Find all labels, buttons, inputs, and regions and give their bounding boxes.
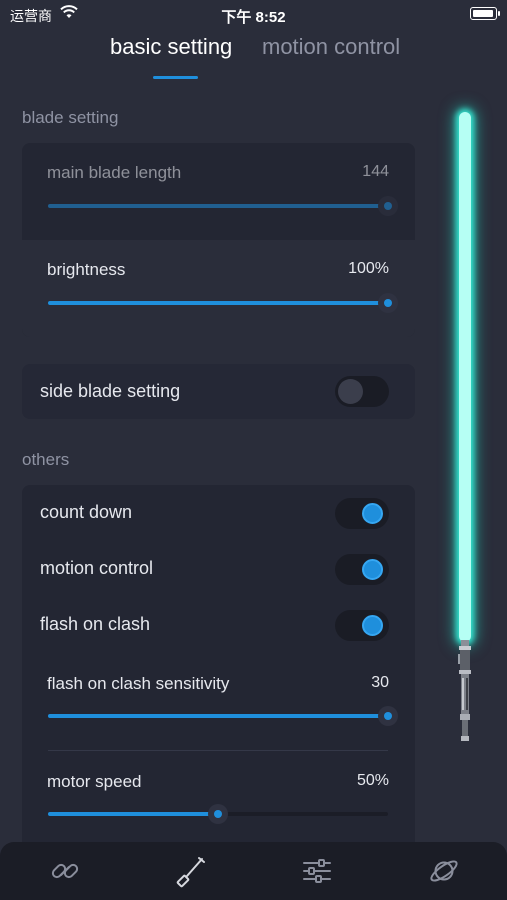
motor-speed-value: 50%: [356, 772, 389, 789]
flash-on-clash-sensitivity-label: flash on clash sensitivity: [47, 674, 230, 693]
others-card: count down motion control flash on clash…: [22, 485, 415, 855]
brightness-label: brightness: [47, 260, 126, 279]
count-down-label: count down: [40, 502, 133, 522]
count-down-row: count down: [22, 485, 415, 541]
side-blade-setting-row: side blade setting: [22, 364, 415, 419]
lightsaber-preview: [452, 112, 480, 744]
side-blade-setting-toggle[interactable]: [335, 376, 389, 407]
toggle-knob: [338, 379, 363, 404]
tab-motion-control[interactable]: motion control: [262, 34, 400, 60]
motor-speed-row: motor speed 50%: [22, 751, 415, 848]
brightness-slider[interactable]: [48, 293, 398, 313]
main-blade-length-label: main blade length: [47, 163, 182, 182]
flash-on-clash-row: flash on clash: [22, 597, 415, 653]
main-blade-length-value: 144: [362, 163, 389, 180]
slider-fill: [48, 204, 388, 208]
slider-fill: [48, 301, 388, 305]
saber-blade: [459, 112, 471, 642]
flash-on-clash-sensitivity-slider[interactable]: [48, 706, 398, 726]
slider-thumb[interactable]: [378, 196, 398, 216]
tab-bar: basic setting motion control: [0, 34, 507, 84]
flash-on-clash-sensitivity-value: 30: [371, 674, 389, 691]
section-label-blade-setting: blade setting: [22, 108, 119, 127]
saber-hilt-icon: [458, 640, 471, 741]
motion-control-label: motion control: [40, 558, 154, 578]
motion-control-toggle[interactable]: [335, 554, 389, 585]
status-bar: 运营商 下午 8:52: [0, 0, 507, 30]
motion-control-row: motion control: [22, 541, 415, 597]
section-label-others: others: [22, 450, 70, 469]
side-blade-setting-card: side blade setting: [22, 364, 415, 419]
brightness-value: 100%: [348, 260, 389, 277]
active-tab-indicator: [153, 76, 198, 79]
slider-fill: [48, 714, 388, 718]
slider-fill: [48, 812, 218, 816]
count-down-toggle[interactable]: [335, 498, 389, 529]
motor-speed-slider[interactable]: [48, 804, 388, 824]
status-time: 下午 8:52: [221, 9, 286, 26]
link-icon[interactable]: [48, 854, 82, 888]
flash-on-clash-sensitivity-row: flash on clash sensitivity 30: [22, 653, 415, 750]
slider-thumb[interactable]: [378, 706, 398, 726]
slider-thumb[interactable]: [208, 804, 228, 824]
motor-speed-label: motor speed: [47, 772, 142, 791]
sliders-icon[interactable]: [300, 854, 334, 888]
main-blade-length-row: main blade length 144: [22, 143, 415, 240]
toggle-knob: [362, 559, 383, 580]
blade-setting-card: main blade length 144 brightness 100%: [22, 143, 415, 337]
tab-basic-setting[interactable]: basic setting: [110, 34, 232, 60]
brightness-row: brightness 100%: [22, 240, 415, 337]
flash-on-clash-toggle[interactable]: [335, 610, 389, 641]
toggle-knob: [362, 615, 383, 636]
main-blade-length-slider[interactable]: [48, 196, 398, 216]
saber-icon[interactable]: [175, 854, 209, 888]
side-blade-setting-label: side blade setting: [40, 381, 181, 401]
planet-icon[interactable]: [427, 854, 461, 888]
toggle-knob: [362, 503, 383, 524]
slider-thumb[interactable]: [378, 293, 398, 313]
flash-on-clash-label: flash on clash: [40, 614, 151, 634]
battery-icon: [470, 7, 500, 20]
bottom-nav-bar: [0, 842, 507, 900]
